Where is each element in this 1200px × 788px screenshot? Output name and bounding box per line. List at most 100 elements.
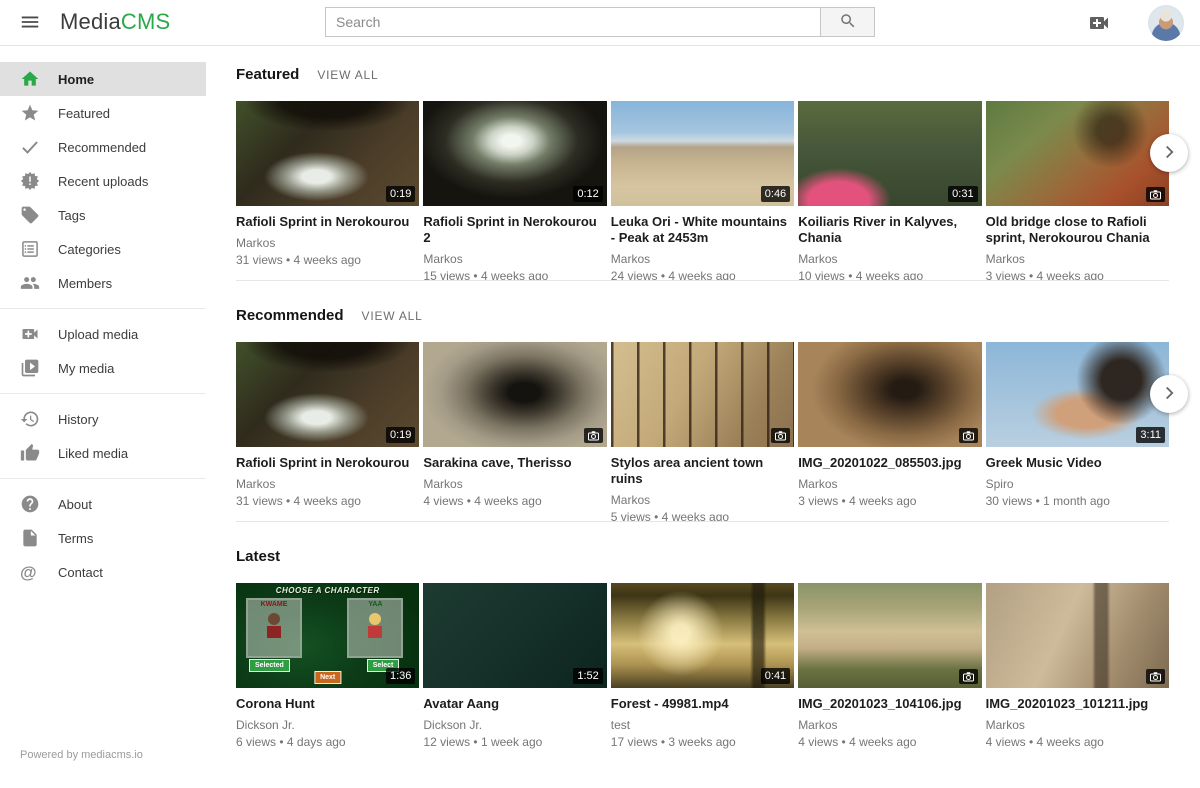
media-title[interactable]: IMG_20201022_085503.jpg	[798, 455, 981, 471]
media-title[interactable]: Koiliaris River in Kalyves, Chania	[798, 214, 981, 246]
image-thumbnail[interactable]	[986, 583, 1169, 688]
sidebar-item-contact[interactable]: @ Contact	[0, 555, 206, 589]
media-card[interactable]: 0:41 Forest - 49981.mp4 test 17 views • …	[611, 583, 794, 762]
media-author[interactable]: Dickson Jr.	[236, 718, 419, 732]
media-author[interactable]: Markos	[798, 718, 981, 732]
sidebar-item-my-media[interactable]: My media	[0, 351, 206, 385]
video-call-icon	[20, 324, 44, 344]
media-author[interactable]: Markos	[236, 236, 419, 250]
section-title: Recommended	[236, 307, 344, 324]
sidebar-item-tags[interactable]: Tags	[0, 198, 206, 232]
media-title[interactable]: Greek Music Video	[986, 455, 1169, 471]
image-thumbnail[interactable]	[986, 101, 1169, 206]
media-author[interactable]: test	[611, 718, 794, 732]
media-title[interactable]: Corona Hunt	[236, 696, 419, 712]
view-all-link[interactable]: VIEW ALL	[317, 68, 378, 82]
video-thumbnail[interactable]: 1:52	[423, 583, 606, 688]
duration-badge: 0:41	[761, 668, 790, 684]
sidebar-divider	[0, 393, 206, 394]
media-author[interactable]: Markos	[236, 477, 419, 491]
sidebar-item-featured[interactable]: Featured	[0, 96, 206, 130]
carousel-next-button[interactable]	[1150, 375, 1188, 413]
media-author[interactable]: Markos	[986, 718, 1169, 732]
sidebar-item-upload-media[interactable]: Upload media	[0, 317, 206, 351]
sidebar-item-categories[interactable]: Categories	[0, 232, 206, 266]
media-author[interactable]: Markos	[611, 493, 794, 507]
sidebar-item-home[interactable]: Home	[0, 62, 206, 96]
app-logo[interactable]: MediaCMS	[60, 9, 170, 35]
section-recommended: Recommended VIEW ALL 0:19 Rafioli Sprint…	[236, 307, 1169, 522]
media-title[interactable]: Stylos area ancient town ruins	[611, 455, 794, 487]
media-author[interactable]: Markos	[798, 477, 981, 491]
sidebar-item-label: Categories	[58, 242, 121, 257]
media-card[interactable]: 3:11 Greek Music Video Spiro 30 views • …	[986, 342, 1169, 521]
video-thumbnail[interactable]: 0:12	[423, 101, 606, 206]
media-card[interactable]: 0:12 Rafioli Sprint in Nerokourou 2 Mark…	[423, 101, 606, 280]
sidebar-item-history[interactable]: History	[0, 402, 206, 436]
media-title[interactable]: Forest - 49981.mp4	[611, 696, 794, 712]
sidebar-item-liked-media[interactable]: Liked media	[0, 436, 206, 470]
media-title[interactable]: Leuka Ori - White mountains - Peak at 24…	[611, 214, 794, 246]
media-card[interactable]: 0:19 Rafioli Sprint in Nerokourou Markos…	[236, 342, 419, 521]
sidebar-item-recommended[interactable]: Recommended	[0, 130, 206, 164]
media-card[interactable]: Old bridge close to Rafioli sprint, Nero…	[986, 101, 1169, 280]
media-author[interactable]: Dickson Jr.	[423, 718, 606, 732]
video-thumbnail[interactable]: 0:19	[236, 101, 419, 206]
media-title[interactable]: IMG_20201023_104106.jpg	[798, 696, 981, 712]
media-title[interactable]: Rafioli Sprint in Nerokourou	[236, 455, 419, 471]
media-card[interactable]: 0:46 Leuka Ori - White mountains - Peak …	[611, 101, 794, 280]
search-input[interactable]	[325, 7, 821, 37]
sidebar-item-about[interactable]: About	[0, 487, 206, 521]
sidebar-item-recent-uploads[interactable]: Recent uploads	[0, 164, 206, 198]
sidebar-item-terms[interactable]: Terms	[0, 521, 206, 555]
view-all-link[interactable]: VIEW ALL	[362, 309, 423, 323]
media-author[interactable]: Markos	[798, 252, 981, 266]
logo-text-cms: CMS	[121, 9, 171, 34]
video-thumbnail[interactable]: 0:46	[611, 101, 794, 206]
section-latest: Latest CHOOSE A CHARACTER KWAME YAA Sele…	[236, 548, 1169, 762]
powered-by-text[interactable]: Powered by mediacms.io	[20, 749, 143, 761]
image-thumbnail[interactable]	[798, 583, 981, 688]
media-author[interactable]: Markos	[423, 252, 606, 266]
image-thumbnail[interactable]	[798, 342, 981, 447]
video-thumbnail[interactable]: CHOOSE A CHARACTER KWAME YAA Selected Se…	[236, 583, 419, 688]
media-author[interactable]: Markos	[986, 252, 1169, 266]
media-card[interactable]: Stylos area ancient town ruins Markos 5 …	[611, 342, 794, 521]
sidebar-item-members[interactable]: Members	[0, 266, 206, 300]
media-card[interactable]: IMG_20201023_104106.jpg Markos 4 views •…	[798, 583, 981, 762]
media-title[interactable]: Avatar Aang	[423, 696, 606, 712]
user-avatar[interactable]	[1148, 5, 1184, 41]
media-meta: 17 views • 3 weeks ago	[611, 735, 794, 749]
media-card[interactable]: 1:52 Avatar Aang Dickson Jr. 12 views • …	[423, 583, 606, 762]
media-card[interactable]: IMG_20201022_085503.jpg Markos 3 views •…	[798, 342, 981, 521]
media-title[interactable]: Old bridge close to Rafioli sprint, Nero…	[986, 214, 1169, 246]
media-title[interactable]: Rafioli Sprint in Nerokourou 2	[423, 214, 606, 246]
media-author[interactable]: Spiro	[986, 477, 1169, 491]
image-thumbnail[interactable]	[423, 342, 606, 447]
sidebar-item-label: My media	[58, 361, 114, 376]
upload-media-icon[interactable]	[1086, 11, 1112, 35]
media-title[interactable]: Sarakina cave, Therisso	[423, 455, 606, 471]
people-icon	[20, 273, 44, 293]
media-card[interactable]: 0:19 Rafioli Sprint in Nerokourou Markos…	[236, 101, 419, 280]
media-card[interactable]: 0:31 Koiliaris River in Kalyves, Chania …	[798, 101, 981, 280]
sidebar: Home Featured Recommended Recent uploads…	[0, 46, 230, 775]
media-author[interactable]: Markos	[423, 477, 606, 491]
media-author[interactable]: Markos	[611, 252, 794, 266]
media-title[interactable]: Rafioli Sprint in Nerokourou	[236, 214, 419, 230]
media-meta: 15 views • 4 weeks ago	[423, 269, 606, 280]
video-thumbnail[interactable]: 0:31	[798, 101, 981, 206]
search-button[interactable]	[821, 7, 875, 37]
media-title[interactable]: IMG_20201023_101211.jpg	[986, 696, 1169, 712]
duration-badge: 1:36	[386, 668, 415, 684]
menu-icon[interactable]	[16, 11, 44, 35]
video-thumbnail[interactable]: 0:41	[611, 583, 794, 688]
media-card[interactable]: CHOOSE A CHARACTER KWAME YAA Selected Se…	[236, 583, 419, 762]
media-card[interactable]: Sarakina cave, Therisso Markos 4 views •…	[423, 342, 606, 521]
video-thumbnail[interactable]: 3:11	[986, 342, 1169, 447]
image-thumbnail[interactable]	[611, 342, 794, 447]
sidebar-item-label: Recent uploads	[58, 174, 148, 189]
carousel-next-button[interactable]	[1150, 134, 1188, 172]
media-card[interactable]: IMG_20201023_101211.jpg Markos 4 views •…	[986, 583, 1169, 762]
video-thumbnail[interactable]: 0:19	[236, 342, 419, 447]
